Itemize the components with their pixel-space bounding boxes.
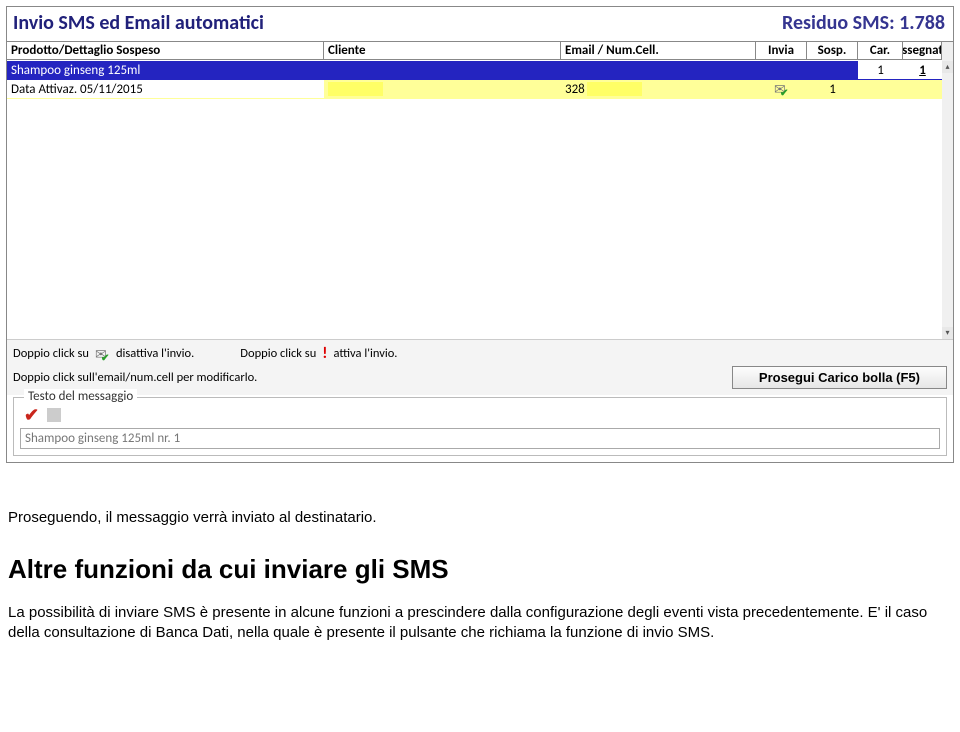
message-input[interactable] xyxy=(20,428,940,449)
window-title: Invio SMS ed Email automatici xyxy=(13,11,264,35)
data-grid: Prodotto/Dettaglio Sospeso Cliente Email… xyxy=(7,41,953,339)
cell-assegnato xyxy=(903,80,942,98)
cell-prodotto: Data Attivaz. 05/11/2015 xyxy=(7,80,324,98)
send-ok-icon xyxy=(774,82,789,96)
cell-email: 328 xyxy=(561,80,756,98)
cell-email xyxy=(561,61,756,79)
cell-cliente xyxy=(324,80,561,98)
doc-heading: Altre funzioni da cui inviare gli SMS xyxy=(8,554,950,585)
col-sosp[interactable]: Sosp. xyxy=(807,42,858,60)
scroll-down-button[interactable]: ▾ xyxy=(942,327,953,339)
scroll-up-button[interactable]: ▴ xyxy=(942,61,953,73)
cell-invia xyxy=(756,61,807,79)
doc-paragraph-2: La possibilità di inviare SMS è presente… xyxy=(8,603,950,644)
col-car[interactable]: Car. xyxy=(858,42,903,60)
col-cliente[interactable]: Cliente xyxy=(324,42,561,60)
cell-invia[interactable] xyxy=(756,80,807,98)
cell-sosp: 1 xyxy=(807,80,858,98)
table-row[interactable]: Data Attivaz. 05/11/2015 328 1 xyxy=(7,80,942,99)
hints-row-1: Doppio click su disattiva l'invio. Doppi… xyxy=(7,339,953,363)
message-toolbar: ✔ xyxy=(20,406,940,428)
col-assegnato[interactable]: Assegnato xyxy=(903,42,942,60)
grid-empty-area xyxy=(7,99,942,339)
sms-residuo: Residuo SMS: 1.788 xyxy=(782,11,945,35)
document-text: Proseguendo, il messaggio verrà inviato … xyxy=(0,469,960,654)
text-tool-icon[interactable] xyxy=(47,408,61,422)
message-legend: Testo del messaggio xyxy=(24,389,137,404)
prosegui-button[interactable]: Prosegui Carico bolla (F5) xyxy=(732,366,947,389)
hint-attiva: attiva l'invio. xyxy=(333,346,397,361)
title-bar: Invio SMS ed Email automatici Residuo SM… xyxy=(7,7,953,41)
cell-assegnato: 1 xyxy=(903,61,942,79)
col-email[interactable]: Email / Num.Cell. xyxy=(561,42,756,60)
cell-prodotto: Shampoo ginseng 125ml xyxy=(7,61,324,79)
table-row[interactable]: Shampoo ginseng 125ml 1 1 xyxy=(7,61,942,80)
cell-car xyxy=(858,80,903,98)
hints-row-2: Doppio click sull'email/num.cell per mod… xyxy=(7,363,953,395)
col-invia[interactable]: Invia xyxy=(756,42,807,60)
hint-edit: Doppio click sull'email/num.cell per mod… xyxy=(13,370,257,385)
col-prodotto[interactable]: Prodotto/Dettaglio Sospeso xyxy=(7,42,324,60)
exclamation-icon: ! xyxy=(322,344,327,363)
sms-window: Invio SMS ed Email automatici Residuo SM… xyxy=(6,6,954,463)
grid-header-row: Prodotto/Dettaglio Sospeso Cliente Email… xyxy=(7,42,942,61)
cell-cliente xyxy=(324,61,561,79)
message-groupbox: Testo del messaggio ✔ xyxy=(13,397,947,456)
send-ok-icon xyxy=(95,347,110,361)
cell-sosp xyxy=(807,61,858,79)
check-icon[interactable]: ✔ xyxy=(24,408,39,422)
cell-car: 1 xyxy=(858,61,903,79)
hint-disattiva: disattiva l'invio. xyxy=(116,346,194,361)
hint-dbl2: Doppio click su xyxy=(240,346,316,361)
hint-dbl1: Doppio click su xyxy=(13,346,89,361)
doc-paragraph-1: Proseguendo, il messaggio verrà inviato … xyxy=(8,509,950,526)
